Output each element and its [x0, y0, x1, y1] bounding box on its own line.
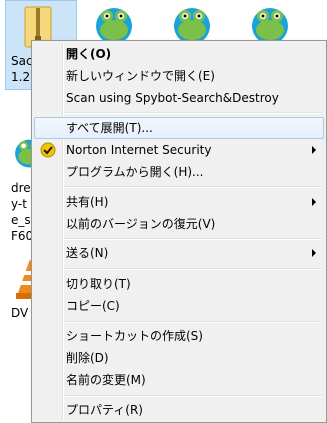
norton-icon: [40, 142, 56, 158]
file-label-line: dre: [11, 181, 31, 195]
menu-item-label: 削除(D): [66, 351, 109, 365]
menu-item-label: 名前の変更(M): [66, 373, 146, 387]
menu-item-scan-spybot[interactable]: Scan using Spybot-Search&Destroy: [34, 87, 324, 109]
menu-item-label: Norton Internet Security: [66, 143, 212, 157]
menu-item-label: コピー(C): [66, 299, 120, 313]
menu-item-create-shortcut[interactable]: ショートカットの作成(S): [34, 325, 324, 347]
menu-item-extract-all[interactable]: すべて展開(T)...: [34, 117, 324, 139]
file-label-line: DV: [11, 306, 29, 320]
menu-separator: [64, 112, 322, 114]
menu-separator: [64, 186, 322, 188]
menu-item-label: 共有(H): [66, 195, 109, 209]
menu-item-copy[interactable]: コピー(C): [34, 295, 324, 317]
menu-separator: [64, 395, 322, 397]
submenu-arrow-icon: [312, 249, 316, 257]
menu-item-rename[interactable]: 名前の変更(M): [34, 369, 324, 391]
menu-item-restore-versions[interactable]: 以前のバージョンの復元(V): [34, 213, 324, 235]
file-label-line: y-t: [11, 197, 27, 211]
submenu-arrow-icon: [312, 198, 316, 206]
menu-item-label: 開く(O): [66, 47, 112, 61]
menu-item-label: Scan using Spybot-Search&Destroy: [66, 91, 279, 105]
menu-separator: [64, 238, 322, 240]
menu-item-open-new-window[interactable]: 新しいウィンドウで開く(E): [34, 65, 324, 87]
context-menu: 開く(O) 新しいウィンドウで開く(E) Scan using Spybot-S…: [31, 40, 327, 423]
menu-item-label: ショートカットの作成(S): [66, 329, 203, 343]
menu-item-label: 送る(N): [66, 246, 109, 260]
menu-item-send-to[interactable]: 送る(N): [34, 242, 324, 264]
menu-item-label: 切り取り(T): [66, 277, 131, 291]
menu-item-share[interactable]: 共有(H): [34, 191, 324, 213]
menu-item-open[interactable]: 開く(O): [34, 43, 324, 65]
menu-item-label: すべて展開(T)...: [66, 121, 153, 135]
submenu-arrow-icon: [312, 146, 316, 154]
menu-item-open-with[interactable]: プログラムから開く(H)...: [34, 161, 324, 183]
menu-item-label: プロパティ(R): [66, 403, 143, 417]
menu-item-norton[interactable]: Norton Internet Security: [34, 139, 324, 161]
file-label-line: F60: [11, 229, 34, 243]
menu-item-cut[interactable]: 切り取り(T): [34, 273, 324, 295]
menu-separator: [64, 268, 322, 270]
menu-separator: [64, 321, 322, 323]
selected-file-label-line2: 1.2: [11, 70, 31, 84]
menu-item-delete[interactable]: 削除(D): [34, 347, 324, 369]
menu-item-properties[interactable]: プロパティ(R): [34, 399, 324, 421]
menu-item-label: プログラムから開く(H)...: [66, 165, 204, 179]
selected-file-label-line1: Sac: [11, 54, 33, 68]
file-label-line: e_s: [11, 213, 31, 227]
menu-item-label: 以前のバージョンの復元(V): [66, 217, 216, 231]
menu-item-label: 新しいウィンドウで開く(E): [66, 69, 215, 83]
